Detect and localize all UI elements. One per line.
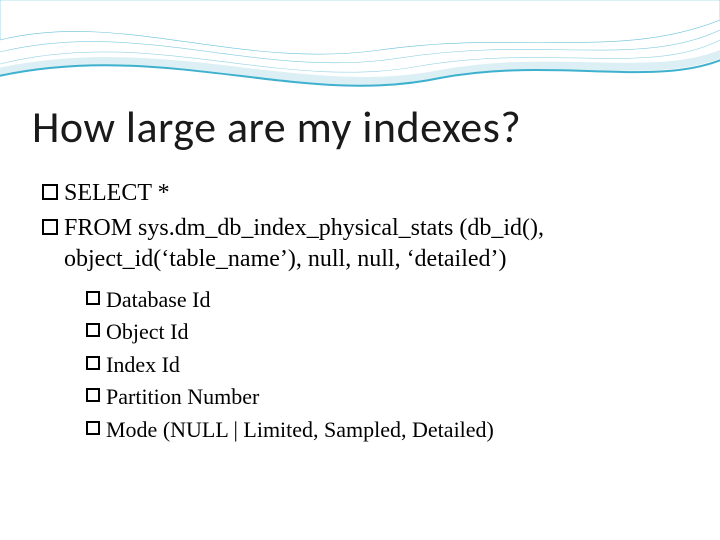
bullet-level2: Database Id [86, 286, 688, 315]
square-bullet-icon [86, 421, 100, 435]
bullet-text: Object Id [106, 318, 188, 347]
bullet-level1: FROM sys.dm_db_index_physical_stats (db_… [42, 213, 688, 275]
bullet-level2: Partition Number [86, 383, 688, 412]
slide-content: How large are my indexes? SELECT * FROM … [32, 100, 688, 449]
slide-title: How large are my indexes? [32, 100, 688, 154]
bullet-level2: Mode (NULL | Limited, Sampled, Detailed) [86, 416, 688, 445]
square-bullet-icon [42, 219, 58, 235]
square-bullet-icon [86, 356, 100, 370]
bullet-level1: SELECT * [42, 178, 688, 209]
square-bullet-icon [86, 291, 100, 305]
square-bullet-icon [42, 184, 58, 200]
square-bullet-icon [86, 388, 100, 402]
bullet-text: SELECT * [64, 178, 170, 209]
bullet-text: Mode (NULL | Limited, Sampled, Detailed) [106, 416, 494, 445]
square-bullet-icon [86, 323, 100, 337]
bullet-text: Database Id [106, 286, 210, 315]
bullet-level2: Index Id [86, 351, 688, 380]
bullet-level2: Object Id [86, 318, 688, 347]
bullet-text: FROM sys.dm_db_index_physical_stats (db_… [64, 213, 688, 275]
bullet-text: Partition Number [106, 383, 259, 412]
bullet-text: Index Id [106, 351, 180, 380]
